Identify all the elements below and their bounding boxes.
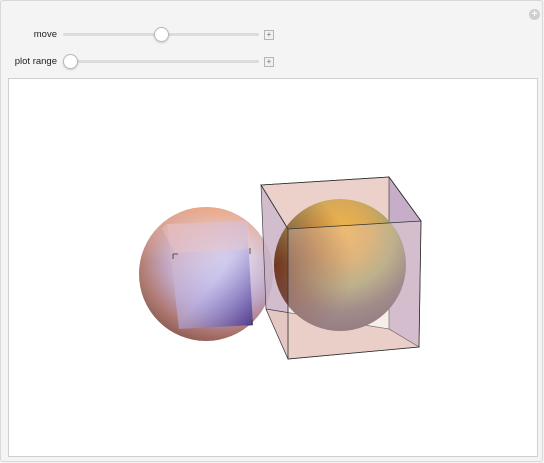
- left-inner-cube-top: [162, 221, 251, 253]
- graphics-viewport[interactable]: [8, 78, 538, 457]
- right-cube-group: [260, 175, 422, 360]
- plot-range-plus-icon[interactable]: +: [264, 57, 274, 67]
- move-plus-icon[interactable]: +: [264, 30, 274, 40]
- move-label: move: [33, 29, 57, 40]
- scene-3d[interactable]: [9, 79, 537, 456]
- plot-range-label: plot range: [14, 56, 57, 67]
- left-sphere-group: [139, 207, 273, 341]
- move-slider-thumb[interactable]: [153, 27, 169, 42]
- plot-range-slider-track[interactable]: [63, 60, 259, 63]
- demonstration-panel: + move + plot range +: [0, 0, 543, 462]
- right-cube-front-face: [287, 220, 422, 360]
- options-plus-icon[interactable]: +: [529, 9, 540, 20]
- plot-range-slider-thumb[interactable]: [63, 54, 78, 69]
